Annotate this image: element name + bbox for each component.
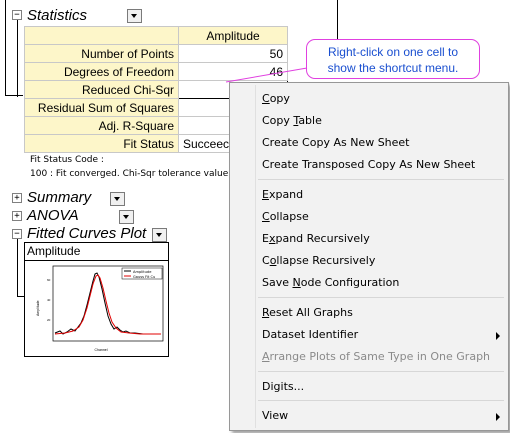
tree-line (5, 0, 6, 95)
tree-line (337, 0, 338, 39)
data-series-line (54, 272, 161, 335)
instruction-callout: Right-click on one cell to show the shor… (306, 39, 480, 79)
fitted-curves-graph[interactable]: Amplitude Amplitude Gauss Fit Cu 60 40 2… (24, 242, 169, 357)
fit-status-code-text: 100 : Fit converged. Chi-Sqr tolerance v… (30, 169, 240, 179)
menu-gutter (255, 85, 256, 428)
tree-line (5, 95, 23, 96)
callout-line-2: show the shortcut menu. (327, 61, 459, 75)
row-label: Adj. R-Square (24, 116, 179, 135)
fitted-curves-plot-title[interactable]: Fitted Curves Plot (27, 225, 146, 242)
menu-item-expand-recursively[interactable]: Expand Recursively (262, 232, 370, 245)
submenu-arrow-icon (496, 413, 500, 421)
menu-item-dataset-identifier[interactable]: Dataset Identifier (262, 328, 358, 341)
menu-item-copy-table[interactable]: Copy Table (262, 114, 322, 127)
y-tick-label: 40 (47, 298, 51, 302)
menu-item-arrange-plots: Arrange Plots of Same Type in One Graph (262, 350, 491, 363)
y-tick-label: 60 (47, 278, 51, 282)
statistics-dropdown-button[interactable] (127, 9, 142, 23)
row-label: Degrees of Freedom (24, 62, 179, 81)
context-menu: Copy Copy Table Create Copy As New Sheet… (229, 82, 509, 431)
row-value[interactable]: 50 (178, 44, 288, 63)
header-blank-cell (24, 26, 179, 45)
row-label: Reduced Chi-Sqr (24, 80, 179, 99)
legend-entry-fit: Gauss Fit Cu (133, 275, 155, 279)
menu-item-reset-all-graphs[interactable]: Reset All Graphs (262, 306, 353, 319)
tree-line (17, 296, 24, 297)
row-label: Residual Sum of Squares (24, 98, 179, 117)
menu-item-create-copy-new-sheet[interactable]: Create Copy As New Sheet (262, 136, 410, 149)
fit-curve-line (54, 274, 161, 335)
menu-item-collapse[interactable]: Collapse (262, 210, 309, 223)
y-axis-label: Amplitude (36, 300, 40, 316)
summary-dropdown-button[interactable] (110, 192, 125, 206)
menu-item-collapse-recursively[interactable]: Collapse Recursively (262, 254, 375, 267)
submenu-arrow-icon (496, 332, 500, 340)
menu-item-create-transposed-copy[interactable]: Create Transposed Copy As New Sheet (262, 158, 475, 171)
graph-plot-area: Amplitude Gauss Fit Cu 60 40 20 Amplitud… (36, 265, 164, 352)
expand-anova-toggle[interactable]: + (12, 211, 22, 221)
collapse-statistics-toggle[interactable]: − (12, 10, 22, 20)
legend-entry-data: Amplitude (133, 270, 152, 274)
menu-separator (258, 371, 504, 372)
anova-title[interactable]: ANOVA (27, 207, 79, 224)
collapse-fitted-curves-toggle[interactable]: − (12, 229, 22, 239)
callout-line-1: Right-click on one cell to (327, 45, 459, 59)
row-label: Fit Status (24, 134, 179, 153)
summary-title[interactable]: Summary (27, 189, 91, 206)
x-axis-label: Channel (94, 348, 107, 352)
menu-item-copy[interactable]: Copy (262, 92, 290, 105)
tree-line (17, 20, 18, 97)
column-header-amplitude[interactable]: Amplitude (178, 26, 288, 45)
fitted-curves-dropdown-button[interactable] (152, 228, 167, 242)
menu-separator (258, 179, 504, 180)
graph-title: Amplitude (27, 244, 81, 258)
fit-status-code-label: Fit Status Code : (30, 155, 104, 165)
anova-dropdown-button[interactable] (119, 210, 134, 224)
menu-item-view[interactable]: View (262, 409, 288, 422)
tree-line (17, 236, 18, 296)
menu-separator (258, 297, 504, 298)
statistics-title: Statistics (27, 7, 88, 24)
expand-summary-toggle[interactable]: + (12, 193, 22, 203)
menu-separator (258, 400, 504, 401)
y-tick-label: 20 (47, 318, 51, 322)
menu-item-save-node-configuration[interactable]: Save Node Configuration (262, 276, 399, 289)
row-label: Number of Points (24, 44, 179, 63)
menu-item-digits[interactable]: Digits... (262, 380, 304, 393)
menu-item-expand[interactable]: Expand (262, 188, 303, 201)
